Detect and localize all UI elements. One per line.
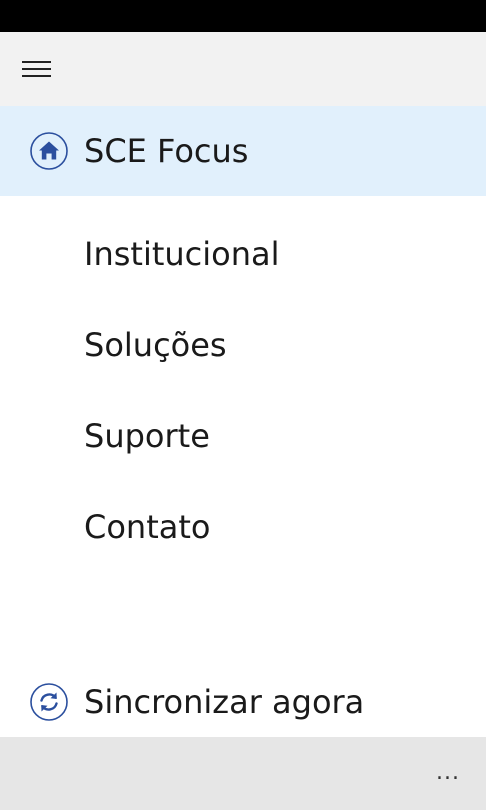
header bbox=[0, 32, 486, 106]
hamburger-menu-button[interactable] bbox=[14, 50, 58, 90]
nav-item-suporte[interactable]: Suporte bbox=[0, 391, 486, 481]
nav-item-solucoes[interactable]: Soluções bbox=[0, 300, 486, 390]
nav-item-label: Suporte bbox=[84, 417, 210, 455]
hamburger-icon-line bbox=[22, 75, 51, 77]
home-icon bbox=[30, 132, 68, 170]
nav-item-label: Soluções bbox=[84, 326, 227, 364]
nav-item-label: SCE Focus bbox=[84, 132, 249, 170]
nav-item-contato[interactable]: Contato bbox=[0, 482, 486, 572]
app-bar: ... bbox=[0, 737, 486, 810]
sync-now-label: Sincronizar agora bbox=[84, 683, 365, 721]
sync-now-button[interactable]: Sincronizar agora bbox=[0, 657, 486, 747]
nav-item-label: Contato bbox=[84, 508, 211, 546]
nav-item-sce-focus[interactable]: SCE Focus bbox=[0, 106, 486, 196]
status-bar bbox=[0, 0, 486, 32]
hamburger-icon-line bbox=[22, 68, 51, 70]
more-options-button[interactable]: ... bbox=[428, 753, 468, 793]
sync-icon bbox=[30, 683, 68, 721]
nav-item-label: Institucional bbox=[84, 235, 280, 273]
hamburger-icon-line bbox=[22, 61, 51, 63]
nav-item-institucional[interactable]: Institucional bbox=[0, 209, 486, 299]
